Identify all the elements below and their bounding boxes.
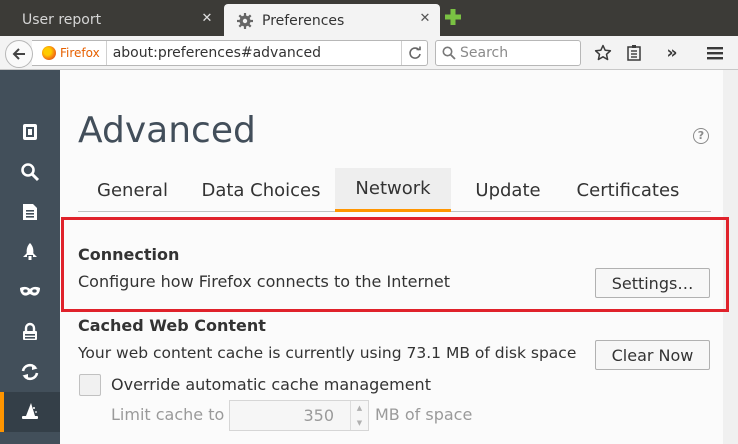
tab-general[interactable]: General <box>78 168 187 212</box>
highlight-box <box>61 217 729 312</box>
tab-data-choices[interactable]: Data Choices <box>189 168 333 212</box>
overflow-chevron-icon[interactable]: » <box>661 42 683 64</box>
mask-icon <box>20 286 40 296</box>
sidebar-item-sync[interactable] <box>0 352 60 392</box>
sidebar-item-privacy[interactable] <box>0 272 60 312</box>
tab-network[interactable]: Network <box>335 168 451 212</box>
preferences-sidebar <box>0 70 60 444</box>
tab-preferences[interactable]: Preferences ✕ <box>224 4 440 37</box>
url-bar[interactable]: Firefox about:preferences#advanced <box>32 40 428 66</box>
close-icon[interactable]: ✕ <box>418 12 432 26</box>
limit-cache-label: Limit cache to <box>111 405 225 424</box>
firefox-logo-icon <box>42 46 56 60</box>
gear-icon <box>236 12 254 30</box>
url-text[interactable]: about:preferences#advanced <box>107 45 401 61</box>
search-icon <box>21 163 40 182</box>
limit-cache-unit: MB of space <box>375 405 473 424</box>
close-icon[interactable]: ✕ <box>200 12 214 26</box>
wizard-hat-icon <box>22 403 38 419</box>
lock-icon <box>23 322 37 340</box>
preferences-tabs: General Data Choices Network Update Cert… <box>78 168 711 212</box>
reading-list-icon[interactable] <box>623 42 645 64</box>
search-input[interactable] <box>460 45 570 61</box>
cache-heading: Cached Web Content <box>78 316 266 335</box>
cache-size-value: 350 <box>303 406 334 425</box>
tab-title: User report <box>22 12 102 28</box>
sidebar-item-general[interactable] <box>0 112 60 152</box>
cache-size-stepper[interactable]: ▲ ▼ <box>350 401 368 430</box>
sidebar-item-search[interactable] <box>0 152 60 192</box>
sidebar-item-advanced[interactable] <box>0 392 60 432</box>
tab-update[interactable]: Update <box>453 168 563 212</box>
identity-label: Firefox <box>60 46 100 60</box>
cache-size-input[interactable]: 350 ▲ ▼ <box>229 400 369 431</box>
page-title: Advanced <box>78 110 256 151</box>
reload-icon[interactable] <box>401 41 427 65</box>
nav-bar: Firefox about:preferences#advanced » <box>0 36 738 70</box>
sidebar-item-content[interactable] <box>0 192 60 232</box>
override-cache-label[interactable]: Override automatic cache management <box>111 375 431 394</box>
sync-icon <box>21 363 39 381</box>
back-arrow-icon <box>12 48 25 60</box>
clear-cache-button[interactable]: Clear Now <box>595 340 710 370</box>
search-icon <box>442 46 456 60</box>
rocket-icon <box>23 243 37 260</box>
tab-title: Preferences <box>262 12 345 29</box>
sidebar-item-applications[interactable] <box>0 232 60 272</box>
cache-usage-text: Your web content cache is currently usin… <box>78 344 577 362</box>
tab-strip: User report ✕ Preferences ✕ <box>0 0 738 37</box>
tab-certificates[interactable]: Certificates <box>565 168 691 212</box>
help-icon[interactable]: ? <box>693 128 709 144</box>
bookmark-star-icon[interactable] <box>592 42 614 64</box>
identity-box[interactable]: Firefox <box>32 41 107 65</box>
content-icon <box>23 204 37 220</box>
search-bar[interactable] <box>435 40 581 66</box>
new-tab-icon[interactable] <box>444 8 462 26</box>
sidebar-item-security[interactable] <box>0 312 60 352</box>
tab-user-report[interactable]: User report ✕ <box>0 4 222 36</box>
menu-icon[interactable] <box>704 42 726 64</box>
back-button[interactable] <box>5 40 33 68</box>
general-icon <box>23 124 37 140</box>
override-cache-checkbox[interactable] <box>79 374 101 396</box>
